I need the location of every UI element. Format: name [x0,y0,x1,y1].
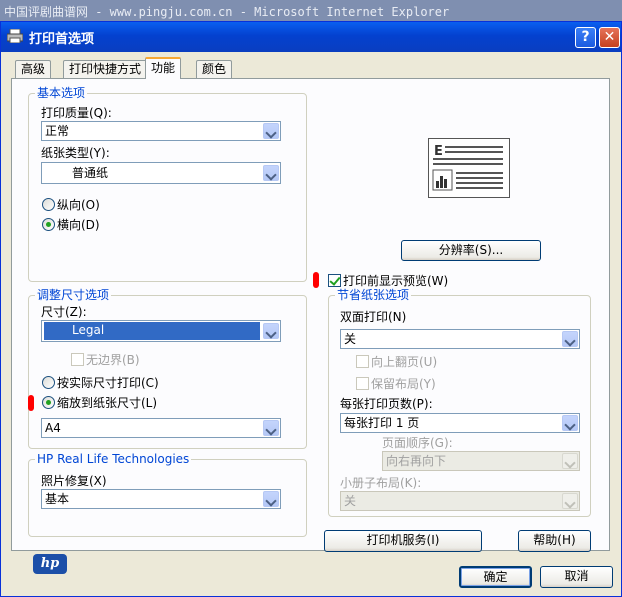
dialog-title-bar[interactable]: 打印首选项 ? ✕ [1,22,621,52]
pages-per-sheet-label: 每张打印页数(P): [340,397,433,411]
paper-type-label: 纸张类型(Y): [41,146,110,160]
fit-paper-size-value: A4 [45,421,61,435]
hp-real-life-legend: HP Real Life Technologies [35,452,192,466]
chevron-down-icon[interactable] [562,415,578,431]
page-order-label: 页面顺序(G): [382,436,453,450]
printer-icon [7,29,23,43]
tab-color[interactable]: 颜色 [196,60,233,78]
size-label: 尺寸(Z): [41,305,87,319]
booklet-layout-select[interactable]: 关 [340,491,580,511]
fit-to-paper-radio[interactable] [42,396,55,409]
preview-graphic: E [432,144,503,191]
red-marker [313,272,319,288]
title-close-button[interactable]: ✕ [599,27,620,48]
title-help-button[interactable]: ? [575,27,596,48]
photo-fix-select[interactable]: 基本 [41,489,281,509]
resize-options-legend: 调整尺寸选项 [35,288,112,302]
retain-layout-checkbox[interactable] [356,377,369,390]
hp-logo: hp [33,554,67,574]
chevron-down-icon[interactable] [562,493,578,509]
pages-per-sheet-value: 每张打印 1 页 [344,416,420,430]
cancel-button[interactable]: 取消 [540,566,613,588]
preview-letter: E [434,144,443,159]
chevron-down-icon[interactable] [263,420,279,436]
chevron-down-icon[interactable] [562,331,578,347]
flip-up-label: 向上翻页(U) [371,355,438,369]
portrait-radio[interactable] [42,198,55,211]
resolution-button[interactable]: 分辨率(S)... [401,240,541,261]
chevron-down-icon[interactable] [263,165,279,181]
page-order-select[interactable]: 向右再向下 [382,451,580,471]
photo-fix-value: 基本 [45,492,70,506]
actual-size-label[interactable]: 按实际尺寸打印(C) [57,376,159,390]
tab-advanced[interactable]: 高级 [15,60,52,78]
portrait-label[interactable]: 纵向(O) [57,198,100,212]
help-button[interactable]: 帮助(H) [518,530,591,552]
retain-layout-label: 保留布局(Y) [371,377,436,391]
print-quality-select[interactable]: 正常 [41,121,281,141]
paper-size-select[interactable]: Legal [41,320,281,342]
paper-type-select[interactable]: 普通纸 [41,162,281,184]
borderless-checkbox[interactable] [71,353,84,366]
duplex-label: 双面打印(N) [340,310,407,324]
actual-size-radio[interactable] [42,376,55,389]
flip-up-checkbox[interactable] [356,355,369,368]
booklet-layout-value: 关 [344,494,357,508]
printer-services-button[interactable]: 打印机服务(I) [324,530,482,552]
booklet-layout-label: 小册子布局(K): [340,476,422,490]
page-order-value: 向右再向下 [386,454,447,468]
borderless-label: 无边界(B) [86,353,140,367]
print-quality-label: 打印质量(Q): [41,106,112,120]
duplex-select[interactable]: 关 [340,329,580,349]
chevron-down-icon[interactable] [263,491,279,507]
photo-fix-label: 照片修复(X) [41,474,107,488]
basic-options-legend: 基本选项 [35,86,88,100]
red-marker [28,395,34,411]
paper-size-value: Legal [44,322,260,340]
chevron-down-icon[interactable] [263,123,279,139]
show-preview-checkbox[interactable] [328,274,341,287]
print-preferences-dialog: 打印首选项 ? ✕ 高级 打印快捷方式 功能 颜色 基本选项 打印质量(Q): … [0,21,622,597]
tab-printing-shortcuts[interactable]: 打印快捷方式 [63,60,148,78]
chevron-down-icon[interactable] [562,453,578,469]
landscape-label[interactable]: 横向(D) [57,218,100,232]
chevron-down-icon[interactable] [263,323,279,339]
print-quality-value: 正常 [45,124,70,138]
show-preview-label[interactable]: 打印前显示预览(W) [343,274,448,288]
fit-to-paper-label[interactable]: 缩放到纸张尺寸(L) [57,396,157,410]
pages-per-sheet-select[interactable]: 每张打印 1 页 [340,413,580,433]
landscape-radio[interactable] [42,218,55,231]
fit-paper-size-select[interactable]: A4 [41,418,281,438]
duplex-value: 关 [344,332,357,346]
ok-button[interactable]: 确定 [459,566,532,588]
paper-saving-legend: 节省纸张选项 [335,288,412,302]
dialog-title: 打印首选项 [29,32,95,47]
tab-features[interactable]: 功能 [145,57,182,79]
page-preview-image: E [428,138,510,198]
paper-type-value: 普通纸 [72,166,109,180]
